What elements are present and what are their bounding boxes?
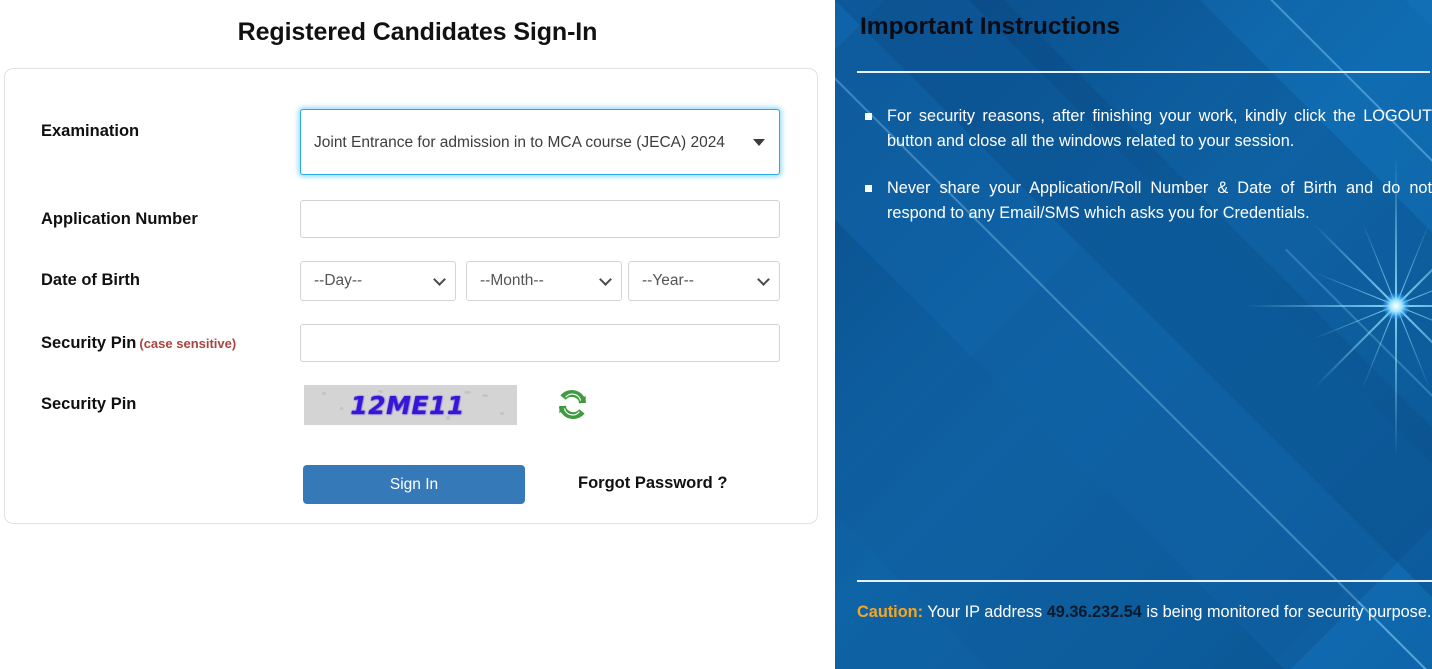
- examination-select[interactable]: Joint Entrance for admission in to MCA c…: [300, 109, 780, 175]
- bullet-icon: [865, 113, 872, 120]
- security-pin-captcha-label: Security Pin: [41, 395, 137, 413]
- dob-day-value: --Day--: [314, 272, 363, 289]
- captcha-image: 12ME11: [304, 385, 517, 425]
- instructions-panel: Important Instructions For security reas…: [835, 0, 1432, 669]
- instructions-content: Important Instructions For security reas…: [835, 0, 1432, 669]
- refresh-icon[interactable]: [552, 384, 593, 425]
- caution-text-after: is being monitored for security purpose.: [1141, 603, 1432, 621]
- dob-year-value: --Year--: [642, 272, 694, 289]
- caution-label: Caution:: [857, 603, 924, 621]
- caution-text-before: Your IP address: [923, 603, 1047, 621]
- ip-address: 49.36.232.54: [1046, 603, 1142, 621]
- signin-page: Registered Candidates Sign-In Examinatio…: [0, 0, 1432, 669]
- dob-month-select[interactable]: --Month--: [466, 261, 622, 301]
- security-pin-input[interactable]: [300, 324, 780, 362]
- examination-selected-value: Joint Entrance for admission in to MCA c…: [314, 133, 725, 151]
- list-item: For security reasons, after finishing yo…: [857, 104, 1432, 154]
- chevron-down-icon: [757, 273, 770, 286]
- security-pin-label: Security Pin (case sensitive): [41, 334, 237, 352]
- examination-label: Examination: [41, 122, 140, 140]
- divider-bottom: [857, 580, 1432, 582]
- instructions-heading: Important Instructions: [860, 13, 1120, 40]
- caution-notice: Caution: Your IP address 49.36.232.54 is…: [857, 600, 1432, 625]
- signin-panel: Registered Candidates Sign-In Examinatio…: [0, 0, 835, 669]
- instruction-text: For security reasons, after finishing yo…: [887, 107, 1432, 150]
- dob-month-value: --Month--: [480, 272, 544, 289]
- case-sensitive-note: (case sensitive): [139, 336, 237, 351]
- application-number-input[interactable]: [300, 200, 780, 238]
- instructions-list: For security reasons, after finishing yo…: [857, 104, 1432, 248]
- dob-year-select[interactable]: --Year--: [628, 261, 780, 301]
- divider-top: [857, 71, 1430, 73]
- chevron-down-icon: [433, 273, 446, 286]
- bullet-icon: [865, 185, 872, 192]
- chevron-down-icon: [599, 273, 612, 286]
- list-item: Never share your Application/Roll Number…: [857, 176, 1432, 226]
- instruction-text: Never share your Application/Roll Number…: [887, 179, 1432, 222]
- sign-in-button[interactable]: Sign In: [303, 465, 525, 504]
- page-title: Registered Candidates Sign-In: [237, 18, 598, 46]
- captcha-text: 12ME11: [350, 390, 465, 420]
- date-of-birth-label: Date of Birth: [41, 271, 140, 289]
- signin-form-card: Examination Joint Entrance for admission…: [4, 68, 818, 524]
- dob-day-select[interactable]: --Day--: [300, 261, 456, 301]
- date-of-birth-group: --Day-- --Month-- --Year--: [300, 261, 800, 301]
- forgot-password-link[interactable]: Forgot Password ?: [578, 474, 727, 493]
- chevron-down-icon: [753, 139, 765, 146]
- application-number-label: Application Number: [41, 210, 198, 228]
